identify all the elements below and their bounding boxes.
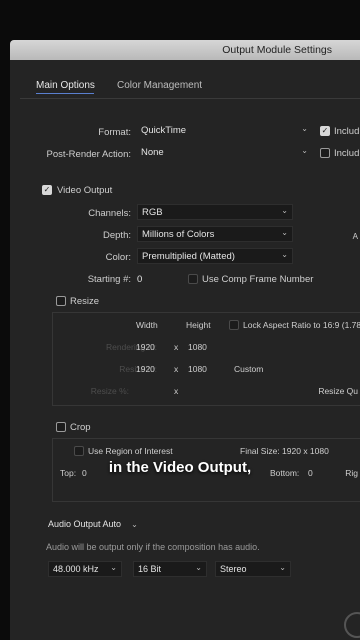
crop-checkbox[interactable] bbox=[56, 422, 66, 432]
chevron-down-icon: ⌄ bbox=[281, 206, 288, 215]
chevron-down-icon: ⌄ bbox=[301, 124, 308, 133]
video-output-checkbox[interactable]: ✓ bbox=[42, 185, 52, 195]
use-roi-label: Use Region of Interest bbox=[88, 446, 173, 456]
include-source-xmp-checkbox[interactable] bbox=[320, 148, 330, 158]
resize-preset-select[interactable]: Custom bbox=[234, 364, 263, 374]
rendering-height: 1080 bbox=[188, 342, 207, 352]
video-caption: in the Video Output, bbox=[108, 459, 252, 476]
use-comp-frame-label: Use Comp Frame Number bbox=[202, 274, 314, 285]
tab-color-management[interactable]: Color Management bbox=[117, 80, 202, 91]
side-label: A bbox=[352, 232, 358, 241]
audio-bits-select[interactable]: 16 Bit ⌄ bbox=[133, 561, 207, 577]
audio-channels-select[interactable]: Stereo ⌄ bbox=[215, 561, 291, 577]
audio-rate-value: 48.000 kHz bbox=[53, 564, 99, 574]
title-bar: Output Module Settings bbox=[10, 40, 360, 60]
lock-aspect-label: Lock Aspect Ratio to 16:9 (1.78) bbox=[243, 320, 360, 330]
include-project-link-checkbox[interactable]: ✓ bbox=[320, 126, 330, 136]
channels-value: RGB bbox=[142, 207, 163, 218]
chevron-down-icon: ⌄ bbox=[281, 228, 288, 237]
chevron-down-icon: ⌄ bbox=[301, 146, 308, 155]
depth-value: Millions of Colors bbox=[142, 229, 215, 240]
channels-label: Channels: bbox=[88, 208, 131, 219]
use-comp-frame-checkbox[interactable] bbox=[188, 274, 198, 284]
format-label: Format: bbox=[98, 127, 131, 138]
post-render-label: Post-Render Action: bbox=[46, 149, 132, 160]
format-select[interactable]: QuickTime ⌄ bbox=[137, 123, 312, 139]
use-roi-checkbox[interactable] bbox=[74, 446, 84, 456]
chevron-down-icon: ⌄ bbox=[110, 563, 117, 572]
color-select[interactable]: Premultiplied (Matted) ⌄ bbox=[137, 248, 293, 264]
resize-checkbox[interactable] bbox=[56, 296, 66, 306]
audio-output-select[interactable]: Audio Output Auto ⌄ bbox=[48, 519, 138, 529]
rendering-width: 1920 bbox=[136, 342, 155, 352]
depth-label: Depth: bbox=[103, 230, 131, 241]
window-title: Output Module Settings bbox=[222, 44, 332, 56]
chevron-down-icon: ⌄ bbox=[195, 563, 202, 572]
final-size-text: Final Size: 1920 x 1080 bbox=[240, 446, 329, 456]
resize-label: Resize bbox=[70, 296, 100, 307]
rendering-times: x bbox=[174, 342, 179, 352]
resize-width-header: Width bbox=[136, 320, 158, 330]
resize-height-header: Height bbox=[186, 320, 211, 330]
chevron-down-icon: ⌄ bbox=[131, 520, 138, 529]
audio-note: Audio will be output only if the composi… bbox=[46, 542, 260, 552]
include-source-xmp-label: Includ bbox=[334, 148, 360, 159]
active-tab-indicator bbox=[36, 93, 94, 94]
resize-percent-times: x bbox=[174, 386, 179, 396]
post-render-value: None bbox=[141, 147, 164, 158]
tab-main-options[interactable]: Main Options bbox=[36, 80, 95, 91]
include-project-link-label: Includ bbox=[334, 126, 360, 137]
color-label: Color: bbox=[105, 252, 131, 263]
chevron-down-icon: ⌄ bbox=[281, 250, 288, 259]
color-value: Premultiplied (Matted) bbox=[142, 251, 235, 262]
starting-value[interactable]: 0 bbox=[137, 274, 142, 285]
resize-quality-label: Resize Qu bbox=[318, 386, 358, 396]
audio-bits-value: 16 Bit bbox=[138, 564, 162, 574]
post-render-select[interactable]: None ⌄ bbox=[137, 145, 312, 161]
format-value: QuickTime bbox=[141, 125, 187, 136]
chevron-down-icon: ⌄ bbox=[279, 563, 286, 572]
audio-channels-value: Stereo bbox=[220, 564, 247, 574]
video-output-label: Video Output bbox=[57, 185, 113, 196]
resize-to-width[interactable]: 1920 bbox=[136, 364, 155, 374]
resize-percent-label: Resize %: bbox=[90, 386, 129, 396]
crop-label: Crop bbox=[70, 422, 91, 433]
resize-to-height[interactable]: 1080 bbox=[188, 364, 207, 374]
lock-aspect-checkbox[interactable] bbox=[229, 320, 239, 330]
audio-rate-select[interactable]: 48.000 kHz ⌄ bbox=[48, 561, 122, 577]
tab-divider bbox=[20, 98, 360, 99]
starting-label: Starting #: bbox=[87, 274, 131, 285]
audio-output-value: Audio Output Auto bbox=[48, 519, 122, 529]
resize-to-times: x bbox=[174, 364, 179, 374]
channels-select[interactable]: RGB ⌄ bbox=[137, 204, 293, 220]
depth-select[interactable]: Millions of Colors ⌄ bbox=[137, 226, 293, 242]
